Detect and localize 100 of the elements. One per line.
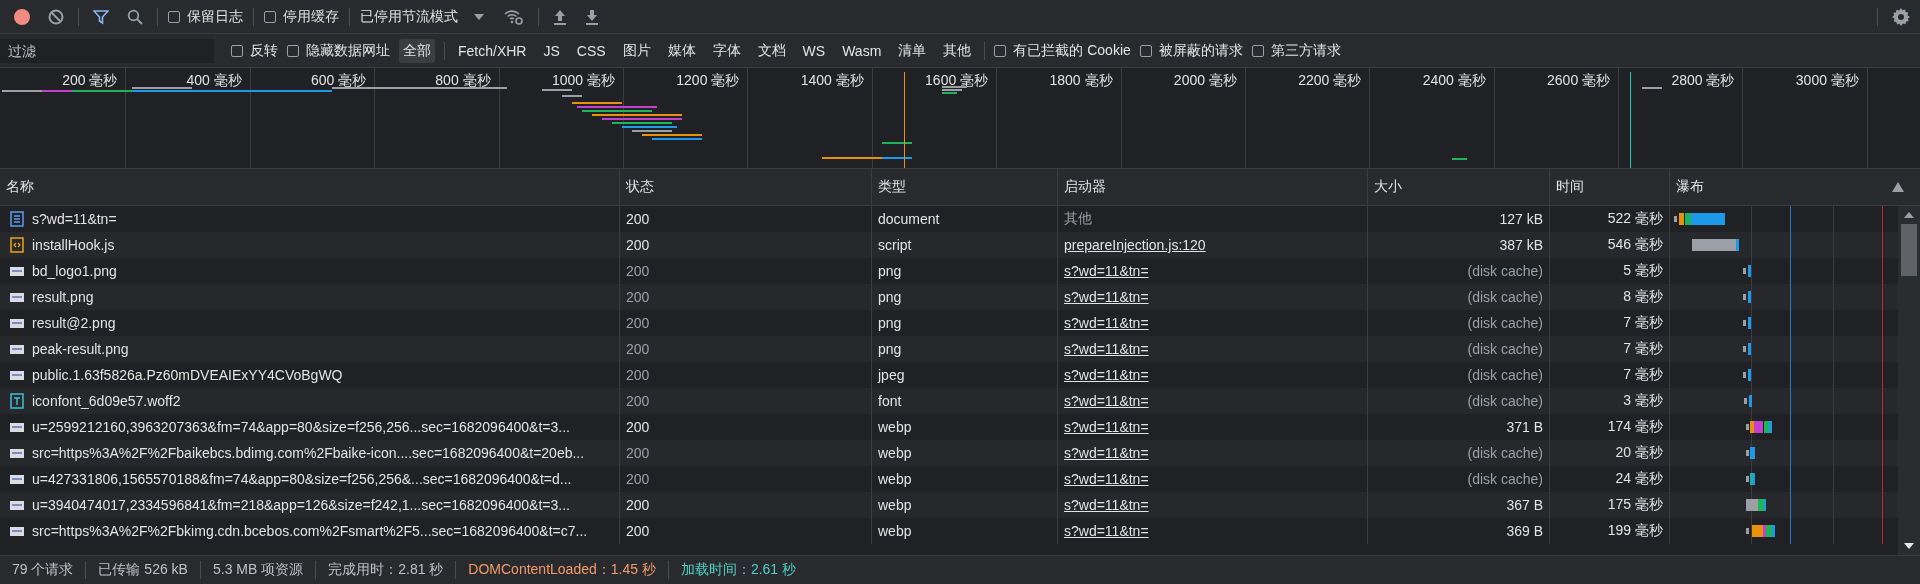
time-tick-label: 1000 毫秒	[551, 72, 615, 88]
time-tick-label: 400 毫秒	[186, 72, 242, 88]
resource-type: font	[878, 393, 902, 409]
time-tick-label: 2000 毫秒	[1173, 72, 1237, 88]
checkbox[interactable]: 停用缓存	[264, 7, 339, 26]
request-name[interactable]: result@2.png	[32, 315, 116, 331]
checkbox[interactable]: 保留日志	[168, 7, 243, 26]
timing-bar	[1743, 369, 1751, 381]
size-value: (disk cache)	[1467, 263, 1543, 279]
column-header[interactable]: 启动器	[1064, 178, 1106, 196]
checkbox[interactable]: 被屏蔽的请求	[1139, 41, 1243, 60]
resource-type: webp	[878, 445, 912, 461]
checkbox[interactable]: 反转	[231, 41, 278, 60]
request-name[interactable]: src=https%3A%2F%2Fbkimg.cdn.bcebos.com%2Fsmart%2F5...sec=1682096400&t=c7...	[32, 523, 588, 539]
size-value: 387 kB	[1499, 237, 1543, 253]
initiator-link[interactable]: s?wd=11&tn=	[1064, 367, 1149, 383]
resource-type: png	[878, 341, 902, 357]
status-text: DOMContentLoaded：1.45 秒	[468, 561, 656, 579]
checkbox[interactable]: 有已拦截的 Cookie	[994, 41, 1131, 60]
status-text: 5.3 MB 项资源	[212, 561, 304, 579]
column-header[interactable]: 大小	[1374, 178, 1402, 196]
timing-bar	[1743, 291, 1751, 303]
request-name[interactable]: bd_logo1.png	[32, 263, 117, 279]
time-tick-label: 1200 毫秒	[676, 72, 740, 88]
initiator-link[interactable]: s?wd=11&tn=	[1064, 341, 1149, 357]
status-code: 200	[626, 315, 650, 331]
timing-bar	[1746, 473, 1755, 485]
initiator-link[interactable]: s?wd=11&tn=	[1064, 263, 1149, 279]
throttling-dropdown[interactable]: 已停用节流模式	[360, 7, 458, 26]
request-name[interactable]: u=427331806,1565570188&fm=74&app=80&size=f256,256&...sec=1682096400&t=d...	[32, 471, 572, 487]
initiator-link[interactable]: s?wd=11&tn=	[1064, 289, 1149, 305]
type-filter-button[interactable]: 文档	[753, 38, 790, 63]
type-filter-button[interactable]: 媒体	[663, 38, 700, 63]
timing-bar	[1746, 499, 1766, 511]
image-thumbnail-icon	[10, 499, 24, 511]
filter-field[interactable]: 过滤	[0, 38, 214, 63]
request-name[interactable]: peak-result.png	[32, 341, 129, 357]
status-code: 200	[626, 211, 650, 227]
initiator-link[interactable]: s?wd=11&tn=	[1064, 315, 1149, 331]
initiator-link[interactable]: prepareInjection.js:120	[1064, 237, 1206, 253]
column-header[interactable]: 状态	[626, 178, 654, 196]
request-name[interactable]: iconfont_6d09e57.woff2	[32, 393, 181, 409]
scroll-thumb[interactable]	[1901, 224, 1917, 276]
type-filter-button[interactable]: 其他	[939, 38, 976, 63]
time-value: 3 毫秒	[1623, 392, 1663, 410]
initiator-text: 其他	[1064, 210, 1092, 228]
size-value: (disk cache)	[1467, 393, 1543, 409]
time-value: 7 毫秒	[1623, 366, 1663, 384]
type-filter-button[interactable]: CSS	[572, 39, 610, 62]
time-value: 7 毫秒	[1623, 314, 1663, 332]
request-name[interactable]: result.png	[32, 289, 94, 305]
script-icon	[10, 237, 24, 253]
sort-ascending-icon[interactable]	[1892, 182, 1904, 192]
time-tick-label: 600 毫秒	[310, 72, 367, 88]
request-name[interactable]: u=3940474017,2334596841&fm=218&app=126&size=f242,1...sec=1682096400&t=3...	[32, 497, 570, 513]
timing-bar	[1743, 343, 1751, 355]
initiator-link[interactable]: s?wd=11&tn=	[1064, 445, 1149, 461]
timing-bar	[1746, 525, 1775, 537]
time-tick-label: 1800 毫秒	[1049, 72, 1113, 88]
size-value: (disk cache)	[1467, 315, 1543, 331]
initiator-link[interactable]: s?wd=11&tn=	[1064, 393, 1149, 409]
type-filter-button[interactable]: Wasm	[838, 39, 886, 62]
initiator-link[interactable]: s?wd=11&tn=	[1064, 419, 1149, 435]
type-filter-button[interactable]: 字体	[708, 38, 745, 63]
initiator-link[interactable]: s?wd=11&tn=	[1064, 471, 1149, 487]
type-filter-button[interactable]: Fetch/XHR	[454, 39, 531, 62]
request-name[interactable]: public.1.63f5826a.Pz60mDVEAIExYY4CVoBgWQ	[32, 367, 343, 383]
status-text: 已传输 526 kB	[98, 561, 188, 579]
initiator-link[interactable]: s?wd=11&tn=	[1064, 523, 1149, 539]
timing-bar	[1743, 317, 1751, 329]
request-name[interactable]: src=https%3A%2F%2Fbaikebcs.bdimg.com%2Fbaike-icon....sec=1682096400&t=20eb...	[32, 445, 585, 461]
checkbox[interactable]: 隐藏数据网址	[287, 41, 390, 60]
column-header[interactable]: 类型	[878, 178, 906, 196]
type-filter-button[interactable]: 图片	[618, 38, 655, 63]
time-value: 199 毫秒	[1607, 522, 1663, 540]
resource-type: png	[878, 263, 902, 279]
initiator-link[interactable]: s?wd=11&tn=	[1064, 497, 1149, 513]
time-value: 546 毫秒	[1607, 236, 1663, 254]
request-name[interactable]: installHook.js	[32, 237, 115, 253]
status-text: 加载时间：2.61 秒	[680, 561, 797, 579]
type-filter-button[interactable]: 清单	[894, 38, 931, 63]
scrollbar[interactable]	[1898, 206, 1920, 555]
type-filter-button[interactable]: WS	[798, 39, 830, 62]
resource-type: document	[878, 211, 940, 227]
type-filter-button[interactable]: JS	[539, 39, 564, 62]
type-filter-button[interactable]: 全部	[399, 38, 435, 63]
image-thumbnail-icon	[10, 343, 24, 355]
font-icon	[10, 393, 24, 409]
column-header[interactable]: 瀑布	[1676, 178, 1704, 196]
status-code: 200	[626, 523, 650, 539]
scroll-up-icon[interactable]	[1904, 212, 1914, 218]
checkbox[interactable]: 第三方请求	[1251, 41, 1341, 60]
column-header[interactable]: 时间	[1556, 178, 1584, 196]
image-thumbnail-icon	[10, 473, 24, 485]
caret-icon[interactable]	[474, 13, 484, 20]
time-value: 522 毫秒	[1607, 210, 1663, 228]
request-name[interactable]: s?wd=11&tn=	[32, 211, 117, 227]
column-header[interactable]: 名称	[6, 178, 34, 196]
scroll-down-icon[interactable]	[1904, 543, 1914, 549]
request-name[interactable]: u=2599212160,3963207363&fm=74&app=80&size=f256,256...sec=1682096400&t=3...	[32, 419, 570, 435]
